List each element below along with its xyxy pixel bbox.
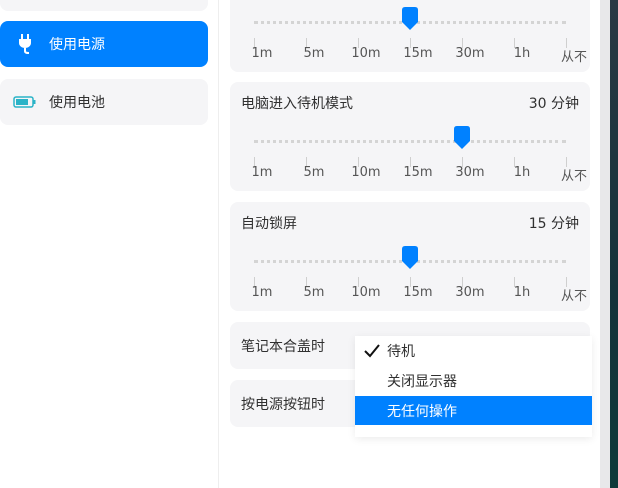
slider-tick-label: 5m — [303, 46, 325, 61]
menu-item-label: 待机 — [387, 344, 415, 360]
check-icon — [363, 342, 381, 360]
slider-tick-label: 30m — [455, 165, 485, 180]
slider-tick-label: 1m — [251, 46, 273, 61]
battery-icon — [13, 90, 37, 114]
power-button-label: 按电源按钮时 — [241, 397, 325, 413]
auto-lock-card: 自动锁屏 15 分钟 1m 5m 10m 15m 30m 1h 从不 — [230, 202, 590, 311]
card-value: 30 分钟 — [528, 96, 579, 112]
slider-track — [254, 140, 566, 143]
slider-tick-label: 从不 — [560, 50, 588, 65]
card-title: 自动锁屏 — [241, 216, 297, 232]
slider-handle-icon — [402, 7, 418, 30]
slider-tick-label: 从不 — [560, 169, 588, 184]
slider-tick-label: 1h — [513, 285, 531, 300]
window-edge — [600, 0, 618, 488]
power-plug-icon — [13, 32, 37, 56]
slider-handle[interactable] — [400, 6, 420, 32]
slider-labels: 1m 5m 10m 15m 30m 1h 从不 — [230, 165, 590, 184]
sleep-display-card: 1m 5m 10m 15m 30m 1h 从不 — [230, 0, 590, 72]
slider-handle-icon — [454, 126, 470, 149]
slider-labels: 1m 5m 10m 15m 30m 1h 从不 — [230, 285, 590, 304]
slider-tick-label: 10m — [351, 165, 381, 180]
menu-item-label: 无任何操作 — [387, 404, 457, 420]
sidebar: 使用电源 使用电池 — [0, 0, 219, 488]
lid-close-label: 笔记本合盖时 — [241, 339, 325, 355]
slider-handle[interactable] — [400, 245, 420, 271]
menu-item-do-nothing[interactable]: 无任何操作 — [355, 396, 592, 425]
slider-handle-icon — [402, 246, 418, 269]
desktop-background — [610, 0, 618, 488]
card-value: 15 分钟 — [528, 216, 579, 232]
slider-tick-label: 1m — [251, 165, 273, 180]
lid-action-dropdown-menu: 待机 关闭显示器 无任何操作 — [355, 336, 592, 437]
slider-tick-label: 从不 — [560, 289, 588, 304]
slider-tick-label: 30m — [455, 285, 485, 300]
slider-tick-label: 10m — [351, 285, 381, 300]
menu-item-standby[interactable]: 待机 — [355, 336, 592, 365]
slider-tick-label: 5m — [303, 165, 325, 180]
slider-tick-label: 15m — [403, 46, 433, 61]
sidebar-item-label: 使用电源 — [49, 37, 105, 53]
slider-labels: 1m 5m 10m 15m 30m 1h 从不 — [230, 46, 590, 65]
slider-tick-label: 1h — [513, 46, 531, 61]
slider-tick-label: 1h — [513, 165, 531, 180]
slider-tick-label: 1m — [251, 285, 273, 300]
slider-tick-label: 15m — [403, 285, 433, 300]
sidebar-item-battery[interactable]: 使用电池 — [0, 79, 208, 125]
slider-tick-label: 15m — [403, 165, 433, 180]
standby-card: 电脑进入待机模式 30 分钟 1m 5m 10m 15m 30m 1h 从不 — [230, 82, 590, 191]
slider-tick-label: 10m — [351, 46, 381, 61]
card-title: 电脑进入待机模式 — [241, 96, 353, 112]
slider-tick-label: 5m — [303, 285, 325, 300]
sidebar-item-label: 使用电池 — [49, 95, 105, 111]
menu-item-label: 关闭显示器 — [387, 374, 457, 390]
menu-item-turn-off-display[interactable]: 关闭显示器 — [355, 366, 592, 395]
slider-handle[interactable] — [452, 125, 472, 151]
sidebar-item-partial[interactable] — [0, 0, 208, 11]
slider-tick-label: 30m — [455, 46, 485, 61]
sidebar-item-power-adapter[interactable]: 使用电源 — [0, 21, 208, 67]
